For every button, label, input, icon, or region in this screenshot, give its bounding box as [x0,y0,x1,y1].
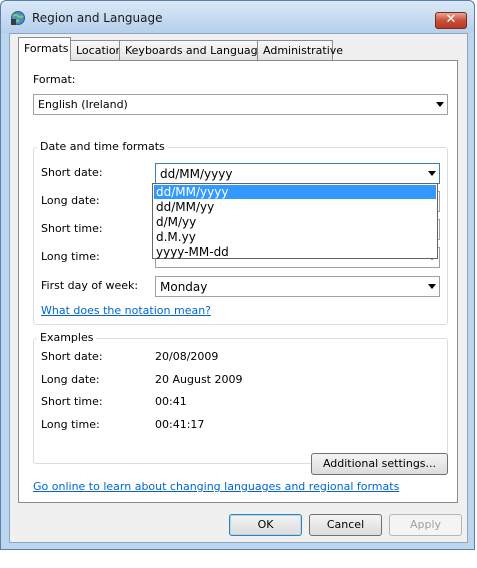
chevron-down-icon [428,284,436,289]
first-day-value: Monday [160,280,208,294]
close-icon: ✕ [445,12,457,27]
short-date-dropdown-list: dd/MM/yyyy dd/MM/yy d/M/yy d.M.yy yyyy-M… [152,183,438,259]
format-label: Format: [33,73,76,86]
short-time-label: Short time: [41,222,103,235]
short-date-option[interactable]: d/M/yy [154,215,436,229]
title-bar[interactable]: Region and Language ✕ [1,1,474,33]
formats-panel: Format: English (Ireland) Date and time … [18,60,458,503]
dialog-client-area: Formats Location Keyboards and Languages… [9,33,468,543]
short-date-option[interactable]: yyyy-MM-dd [154,245,436,259]
long-date-label: Long date: [41,194,100,207]
first-day-select[interactable]: Monday [155,276,440,297]
short-date-option[interactable]: dd/MM/yy [154,200,436,214]
globe-icon [11,11,25,25]
short-date-value: dd/MM/yyyy [160,167,233,181]
format-select[interactable]: English (Ireland) [33,94,448,115]
short-date-option[interactable]: dd/MM/yyyy [154,185,436,199]
short-date-label: Short date: [41,166,103,179]
close-button[interactable]: ✕ [435,12,467,29]
apply-button[interactable]: Apply [389,514,462,536]
datetime-group-title: Date and time formats [37,140,168,153]
tab-location[interactable]: Location [70,40,123,60]
window-title: Region and Language [32,11,163,25]
tab-administrative[interactable]: Administrative [257,40,343,60]
tab-formats[interactable]: Formats [18,37,71,61]
examples-title: Examples [37,331,97,344]
short-date-select[interactable]: dd/MM/yyyy [155,163,440,184]
example-long-date-label: Long date: [41,373,100,386]
notation-link[interactable]: What does the notation mean? [41,304,211,317]
cancel-button[interactable]: Cancel [309,514,382,536]
additional-settings-button[interactable]: Additional settings... [311,453,448,475]
chevron-down-icon [428,171,436,176]
ok-button[interactable]: OK [229,514,302,536]
short-date-option[interactable]: d.M.yy [154,230,436,244]
example-long-time-label: Long time: [41,418,100,431]
example-short-time-value: 00:41 [155,395,187,408]
tab-keyboards-and-languages[interactable]: Keyboards and Languages [119,40,270,60]
format-value: English (Ireland) [38,98,128,111]
online-regional-formats-link[interactable]: Go online to learn about changing langua… [33,480,399,493]
example-long-time-value: 00:41:17 [155,418,205,431]
example-long-date-value: 20 August 2009 [155,373,243,386]
dialog-window: Region and Language ✕ Formats Location K… [0,0,475,550]
long-time-label: Long time: [41,250,100,263]
example-short-time-label: Short time: [41,395,103,408]
example-short-date-label: Short date: [41,350,103,363]
first-day-label: First day of week: [41,279,139,292]
example-short-date-value: 20/08/2009 [155,350,219,363]
chevron-down-icon [436,102,444,107]
